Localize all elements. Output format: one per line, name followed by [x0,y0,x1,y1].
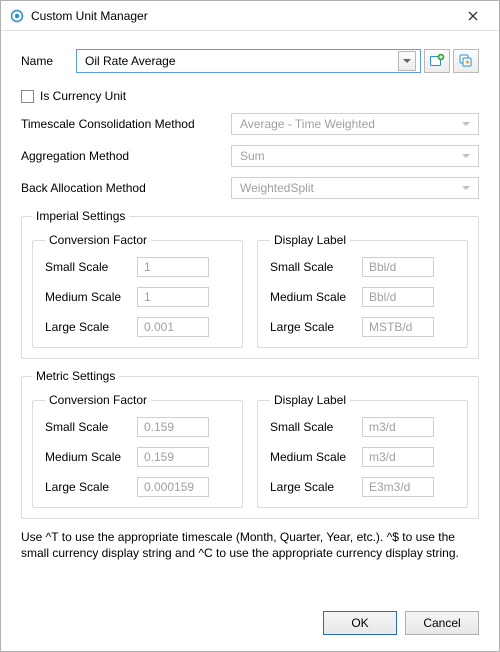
imp-conv-medium-input[interactable] [137,287,209,307]
met-conv-medium-label: Medium Scale [45,450,137,464]
metric-conversion-group: Conversion Factor Small Scale Medium Sca… [32,393,243,508]
window-title: Custom Unit Manager [31,9,453,23]
close-icon [468,11,478,21]
content-area: Name Oil Rate Average [1,31,499,599]
ok-button[interactable]: OK [323,611,397,635]
metric-display-legend: Display Label [270,393,350,407]
met-disp-small-label: Small Scale [270,420,362,434]
back-allocation-row: Back Allocation Method WeightedSplit [21,177,479,199]
metric-group: Metric Settings Conversion Factor Small … [21,369,479,519]
met-disp-small-input[interactable] [362,417,434,437]
name-select[interactable]: Oil Rate Average [76,49,421,73]
hint-text: Use ^T to use the appropriate timescale … [21,529,479,561]
chevron-down-icon [462,154,470,158]
imp-disp-large-label: Large Scale [270,320,362,334]
duplicate-unit-icon [458,53,474,69]
button-bar: OK Cancel [1,599,499,651]
is-currency-checkbox[interactable] [21,90,34,103]
metric-legend: Metric Settings [32,369,119,383]
cancel-button[interactable]: Cancel [405,611,479,635]
chevron-down-icon [462,186,470,190]
met-disp-medium-label: Medium Scale [270,450,362,464]
imp-disp-medium-input[interactable] [362,287,434,307]
chevron-down-icon [403,59,411,63]
imp-conv-large-input[interactable] [137,317,209,337]
timescale-select: Average - Time Weighted [231,113,479,135]
timescale-label: Timescale Consolidation Method [21,117,231,131]
imp-conv-small-input[interactable] [137,257,209,277]
aggregation-row: Aggregation Method Sum [21,145,479,167]
imp-disp-medium-label: Medium Scale [270,290,362,304]
name-label: Name [21,54,76,68]
imp-conv-small-label: Small Scale [45,260,137,274]
back-allocation-select: WeightedSplit [231,177,479,199]
name-dropdown-button[interactable] [398,51,416,71]
imperial-conversion-group: Conversion Factor Small Scale Medium Sca… [32,233,243,348]
app-icon [9,8,25,24]
add-unit-icon [429,53,445,69]
aggregation-value: Sum [240,149,265,163]
close-button[interactable] [453,4,493,28]
imperial-group: Imperial Settings Conversion Factor Smal… [21,209,479,359]
is-currency-label: Is Currency Unit [40,89,126,103]
met-disp-medium-input[interactable] [362,447,434,467]
name-row: Name Oil Rate Average [21,49,479,73]
aggregation-select: Sum [231,145,479,167]
met-conv-small-input[interactable] [137,417,209,437]
is-currency-row[interactable]: Is Currency Unit [21,89,479,103]
imp-conv-medium-label: Medium Scale [45,290,137,304]
back-allocation-dropdown-button [458,179,474,197]
name-value: Oil Rate Average [85,54,176,68]
aggregation-label: Aggregation Method [21,149,231,163]
imperial-conversion-legend: Conversion Factor [45,233,151,247]
imperial-display-group: Display Label Small Scale Medium Scale L… [257,233,468,348]
imp-disp-large-input[interactable] [362,317,434,337]
aggregation-dropdown-button [458,147,474,165]
imp-disp-small-input[interactable] [362,257,434,277]
add-unit-button[interactable] [424,49,450,73]
back-allocation-label: Back Allocation Method [21,181,231,195]
imp-conv-large-label: Large Scale [45,320,137,334]
timescale-dropdown-button [458,115,474,133]
timescale-row: Timescale Consolidation Method Average -… [21,113,479,135]
back-allocation-value: WeightedSplit [240,181,314,195]
met-conv-small-label: Small Scale [45,420,137,434]
chevron-down-icon [462,122,470,126]
imperial-display-legend: Display Label [270,233,350,247]
met-disp-large-label: Large Scale [270,480,362,494]
titlebar: Custom Unit Manager [1,1,499,31]
met-disp-large-input[interactable] [362,477,434,497]
met-conv-medium-input[interactable] [137,447,209,467]
timescale-value: Average - Time Weighted [240,117,375,131]
dialog-window: Custom Unit Manager Name Oil Rate Averag… [0,0,500,652]
met-conv-large-label: Large Scale [45,480,137,494]
metric-display-group: Display Label Small Scale Medium Scale L… [257,393,468,508]
imperial-legend: Imperial Settings [32,209,129,223]
metric-conversion-legend: Conversion Factor [45,393,151,407]
imp-disp-small-label: Small Scale [270,260,362,274]
duplicate-unit-button[interactable] [453,49,479,73]
met-conv-large-input[interactable] [137,477,209,497]
